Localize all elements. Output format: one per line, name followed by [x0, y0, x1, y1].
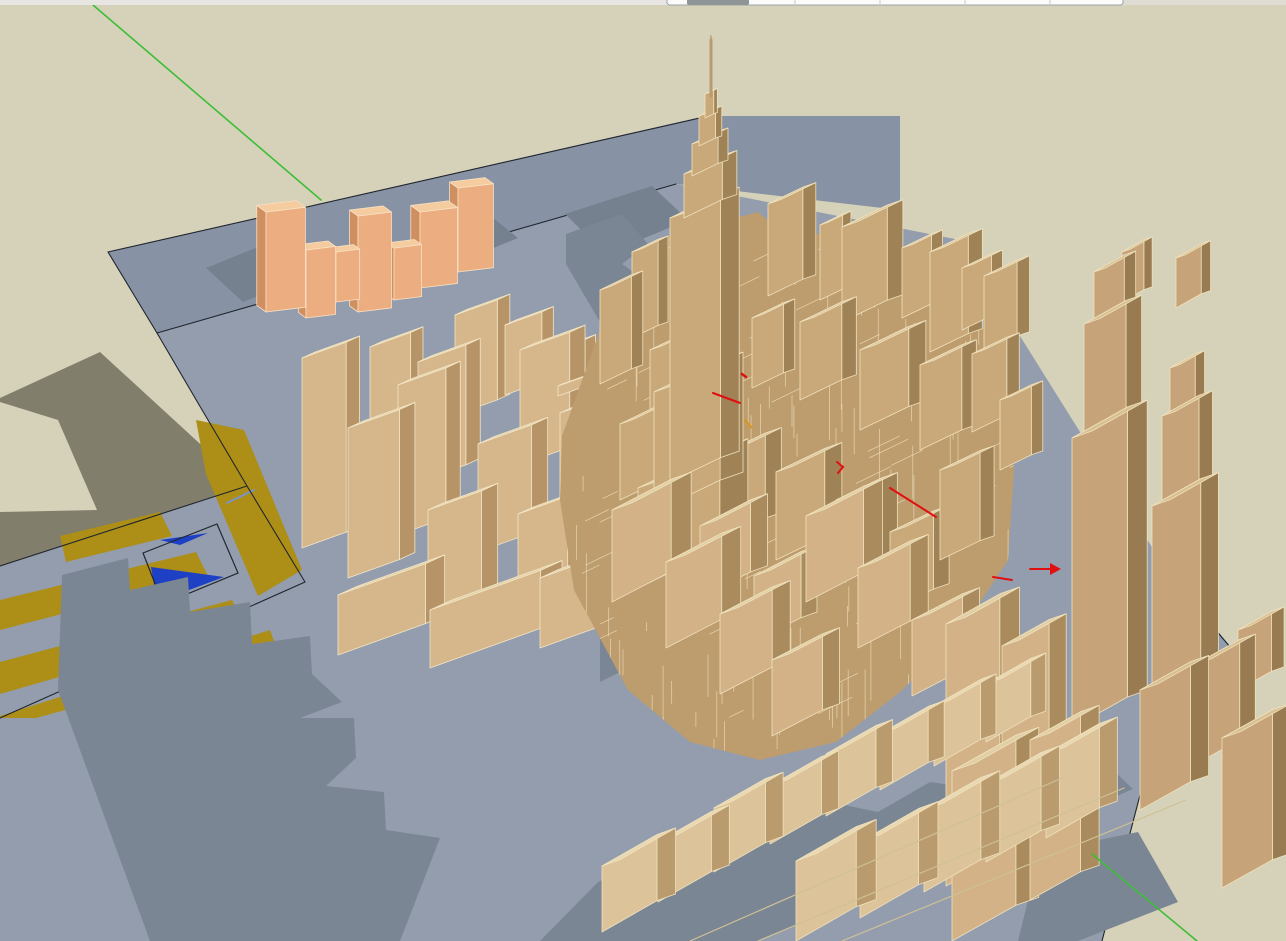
- right-tall-towers-5-side: [1127, 400, 1147, 697]
- bottom-row-north-5-side: [766, 772, 784, 842]
- bottom-row-north-1-side: [980, 674, 996, 740]
- salmon-row-4-front: [336, 249, 360, 302]
- bottom-row-north-6-side: [711, 805, 729, 871]
- left-cluster-6-side: [446, 361, 460, 518]
- mid-foreground-wall-8-side: [822, 628, 839, 710]
- salmon-row-3-front: [358, 212, 391, 312]
- city-back-blocks-2-front: [768, 187, 803, 296]
- city-back-blocks-2-side: [803, 183, 816, 280]
- left-cluster-5-front: [302, 342, 346, 548]
- salmon-row-0-front: [458, 184, 493, 272]
- right-tall-towers-5-front: [1072, 407, 1127, 728]
- left-cluster-11-side: [481, 483, 497, 590]
- topbar-strip-right: [1122, 0, 1286, 5]
- bottom-row-south-4-side: [856, 820, 876, 907]
- left-cluster-8-front: [348, 410, 400, 578]
- city-back-blocks-1-front: [600, 275, 631, 384]
- scrollbar-handle[interactable]: [687, 0, 749, 5]
- viewport-3d[interactable]: [0, 0, 1286, 941]
- bottom-row-south-1-side: [1041, 746, 1060, 831]
- right-tall-towers-0-side: [1272, 607, 1284, 671]
- left-cluster-8-side: [400, 402, 415, 559]
- salmon-row-2-front: [394, 245, 422, 300]
- bottom-row-north-4-side: [822, 750, 839, 814]
- city-back-blocks-1-side: [631, 271, 642, 369]
- city-back-blocks-15-side: [1031, 381, 1042, 455]
- right-tall-towers-11-front: [1222, 710, 1272, 888]
- mid-foreground-wall-0-side: [750, 494, 767, 572]
- empire-tower-2-front: [670, 194, 720, 482]
- city-back-blocks-4-side: [887, 200, 903, 300]
- city-back-blocks-3-front: [820, 214, 843, 300]
- salmon-row-6-side: [257, 205, 266, 312]
- right-tall-towers-2-side: [1144, 237, 1152, 290]
- salmon-row-1-front: [420, 207, 457, 288]
- mid-foreground-wall-3-side: [910, 535, 928, 621]
- empire-tower-2-side: [720, 187, 739, 457]
- top-scrollbar-sliver: [0, 0, 1286, 6]
- city-back-blocks-0-side: [658, 236, 668, 325]
- salmon-row-5-front: [306, 246, 336, 318]
- city-back-blocks-10-side: [783, 299, 794, 373]
- right-tall-towers-10-side: [1190, 656, 1208, 782]
- city-back-blocks-22-side: [980, 446, 994, 541]
- city-back-blocks-8-side: [1017, 256, 1029, 336]
- bottom-row-north-7-side: [657, 828, 676, 901]
- right-tall-towers-11-side: [1272, 703, 1286, 859]
- right-tall-towers-1-side: [1201, 241, 1210, 294]
- empire-tower-6-side: [714, 89, 718, 114]
- bottom-row-north-2-side: [928, 701, 944, 763]
- scene-svg[interactable]: [0, 0, 1286, 941]
- city-back-blocks-11-side: [842, 297, 857, 380]
- bottom-row-north-3-side: [876, 720, 893, 788]
- bottom-row-north-0-side: [1031, 653, 1046, 716]
- salmon-row-6-front: [266, 207, 305, 312]
